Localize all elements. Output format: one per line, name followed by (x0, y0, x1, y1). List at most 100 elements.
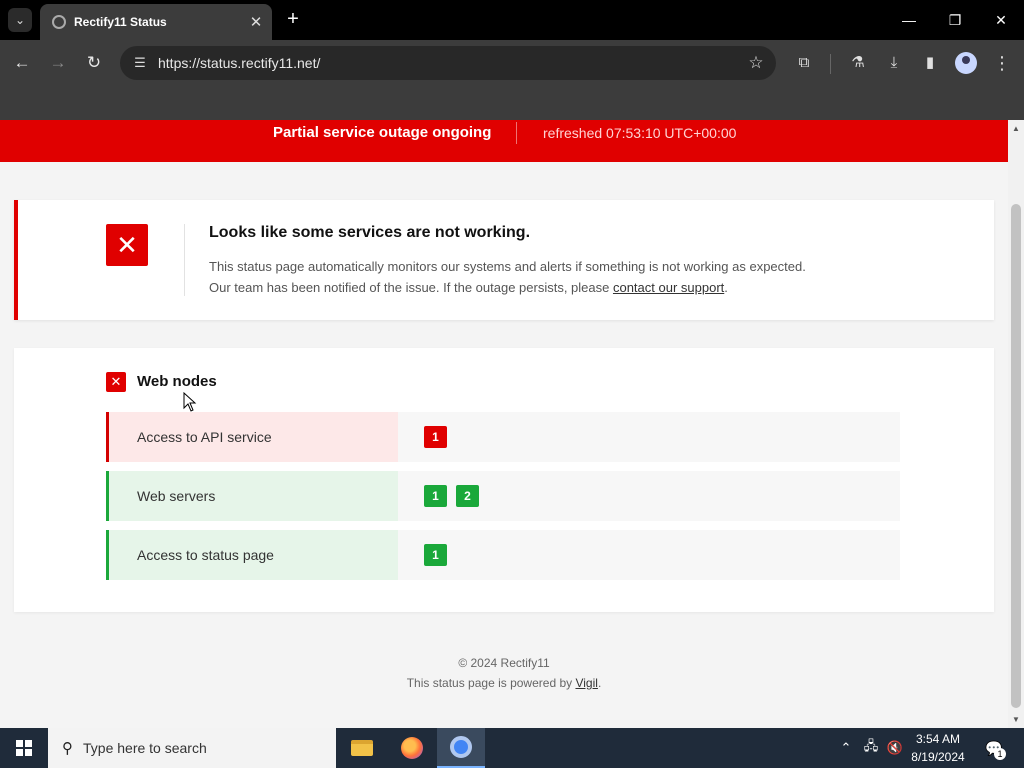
refresh-time: refreshed 07:53:10 UTC+00:00 (543, 125, 737, 141)
site-info-button[interactable]: ☰ (130, 55, 150, 71)
chevron-down-icon: ⌄ (14, 13, 26, 27)
taskbar-search[interactable]: ⚲ Type here to search (48, 728, 336, 768)
site-favicon-icon (52, 15, 66, 29)
service-node-badges: 1 (424, 426, 447, 448)
alert-message: This status page automatically monitors … (209, 256, 969, 298)
error-x-icon: ✕ (106, 372, 126, 392)
banner-title: Partial service outage ongoing (273, 124, 492, 141)
browser-toolbar: ← → ↻ ☰ https://status.rectify11.net/ ☆ … (0, 40, 1024, 86)
toolbar-strip (0, 86, 1024, 120)
scrollbar-thumb[interactable] (1011, 204, 1021, 708)
start-button[interactable] (0, 728, 48, 768)
alert-line-2-text: Our team has been notified of the issue.… (209, 280, 613, 295)
outage-alert-card: ✕ Looks like some services are not worki… (14, 200, 994, 320)
scroll-down-arrow-icon[interactable]: ▼ (1012, 715, 1020, 724)
page-viewport: Partial service outage ongoing refreshed… (0, 120, 1008, 728)
service-row-web-servers: Web servers 1 2 (106, 471, 900, 521)
tab-title: Rectify11 Status (74, 15, 167, 29)
close-tab-button[interactable]: ✕ (248, 13, 264, 31)
flask-icon: ⚗ (851, 54, 865, 71)
kebab-menu-icon: ⋮ (993, 53, 1011, 73)
browser-menu-button[interactable]: ⋮ (990, 51, 1014, 75)
show-hidden-icons-button[interactable]: ⌃ (836, 728, 856, 768)
plus-icon: + (287, 8, 299, 30)
search-placeholder: Type here to search (83, 740, 207, 756)
profile-icon[interactable] (955, 52, 977, 74)
alert-divider (184, 224, 185, 296)
node-status-badge[interactable]: 1 (424, 485, 447, 507)
network-button[interactable]: 🖧 (860, 728, 882, 768)
clock-date: 8/19/2024 (911, 750, 965, 764)
back-button[interactable]: ← (10, 51, 34, 75)
browser-tab-bar: ⌄ Rectify11 Status ✕ + — ❐ ✕ (0, 0, 1024, 40)
forward-button[interactable]: → (46, 51, 70, 75)
back-arrow-icon: ← (13, 53, 31, 72)
extensions-button[interactable]: ⧉ (792, 51, 816, 75)
footer-powered-by: This status page is powered by Vigil. (0, 676, 1008, 690)
node-status-badge[interactable]: 2 (456, 485, 479, 507)
alert-line-2-suffix: . (724, 280, 728, 295)
tune-icon: ☰ (134, 55, 146, 70)
tab-search-button[interactable]: ⌄ (8, 8, 32, 32)
service-row-api: Access to API service 1 (106, 412, 900, 462)
vigil-link[interactable]: Vigil (575, 676, 597, 690)
file-explorer-button[interactable] (338, 728, 386, 768)
service-label: Access to status page (106, 530, 398, 580)
banner-divider (516, 122, 517, 144)
system-clock[interactable]: 3:54 AM 8/19/2024 (904, 730, 972, 766)
volume-muted-icon: 🔇 (886, 740, 904, 755)
bookmark-button[interactable]: ☆ (742, 53, 770, 73)
reload-button[interactable]: ↻ (82, 51, 106, 75)
alert-message-line-1: This status page automatically monitors … (209, 259, 806, 274)
minimize-icon: — (902, 12, 916, 28)
service-row-status-page: Access to status page 1 (106, 530, 900, 580)
star-icon: ☆ (748, 53, 764, 72)
minimize-button[interactable]: — (894, 8, 924, 32)
contact-support-link[interactable]: contact our support (613, 280, 724, 295)
labs-button[interactable]: ⚗ (846, 51, 870, 75)
downloads-button[interactable]: ⤓ (882, 51, 906, 75)
clock-time: 3:54 AM (915, 732, 961, 746)
chrome-icon (450, 736, 472, 758)
side-panel-button[interactable]: ▮ (918, 51, 942, 75)
address-bar[interactable]: ☰ https://status.rectify11.net/ ☆ (120, 46, 776, 80)
url-text[interactable]: https://status.rectify11.net/ (158, 55, 742, 71)
firefox-button[interactable] (388, 728, 436, 768)
powered-by-suffix: . (597, 676, 602, 690)
side-panel-icon: ▮ (925, 54, 935, 71)
close-icon: ✕ (995, 12, 1007, 28)
node-status-badge[interactable]: 1 (424, 426, 447, 448)
restore-icon: ❐ (948, 12, 962, 28)
service-label: Web servers (106, 471, 398, 521)
windows-taskbar: ⚲ Type here to search ⌃ 🖧 🔇 3:54 AM 8/19… (0, 728, 1024, 768)
service-node-badges: 1 2 (424, 485, 479, 507)
network-icon: 🖧 (863, 738, 879, 753)
download-icon: ⤓ (890, 54, 898, 71)
restore-button[interactable]: ❐ (940, 8, 970, 32)
page-scrollbar[interactable]: ▲ ▼ (1008, 120, 1024, 728)
close-window-button[interactable]: ✕ (986, 8, 1016, 32)
mouse-cursor-icon (183, 392, 197, 412)
section-title: Web nodes (137, 373, 217, 390)
alert-title: Looks like some services are not working… (209, 224, 531, 241)
footer-copyright: © 2024 Rectify11 (458, 656, 550, 670)
chrome-button[interactable] (437, 728, 485, 768)
node-status-badge[interactable]: 1 (424, 544, 447, 566)
volume-button[interactable]: 🔇 (884, 728, 906, 768)
alert-message-line-2: Our team has been notified of the issue.… (209, 277, 969, 298)
error-x-icon: ✕ (106, 224, 148, 266)
reload-icon: ↻ (86, 53, 102, 72)
forward-arrow-icon: → (49, 53, 67, 72)
puzzle-icon: ⧉ (798, 54, 810, 71)
firefox-icon (401, 737, 423, 759)
scroll-up-arrow-icon[interactable]: ▲ (1012, 124, 1020, 133)
status-banner: Partial service outage ongoing refreshed… (0, 120, 1008, 162)
service-node-badges: 1 (424, 544, 447, 566)
chevron-up-icon: ⌃ (840, 740, 852, 755)
browser-tab[interactable]: Rectify11 Status ✕ (40, 4, 272, 40)
new-tab-button[interactable]: + (282, 8, 304, 30)
toolbar-divider (830, 54, 831, 74)
search-icon: ⚲ (62, 740, 73, 757)
notification-count: 1 (994, 748, 1006, 760)
notifications-button[interactable]: 💬 1 (982, 736, 1006, 760)
